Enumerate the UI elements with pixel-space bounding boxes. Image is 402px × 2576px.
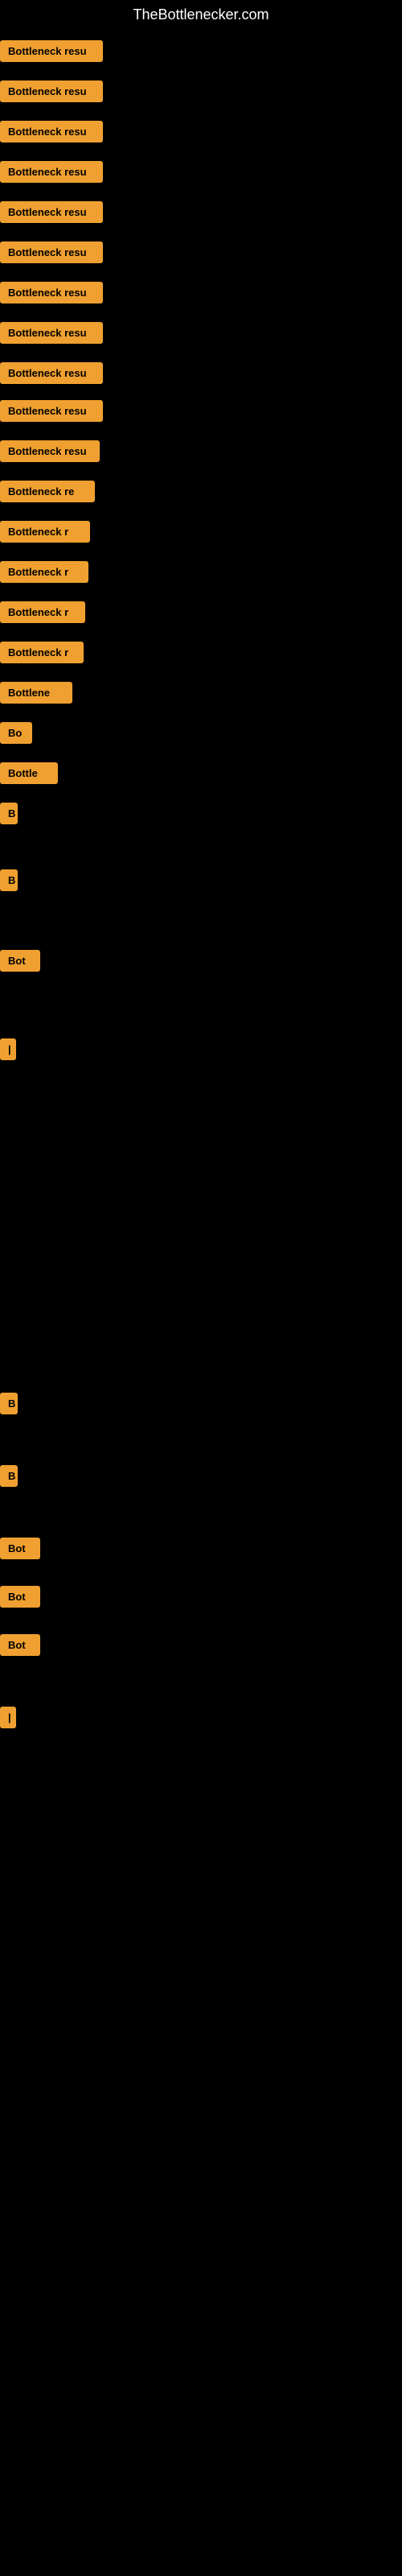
bottleneck-result-button-29[interactable]: | xyxy=(0,1707,16,1728)
bottleneck-result-button-21[interactable]: B xyxy=(0,869,18,891)
bottleneck-result-button-24[interactable]: B xyxy=(0,1393,18,1414)
bottleneck-result-button-9[interactable]: Bottleneck resu xyxy=(0,362,103,384)
bottleneck-result-button-8[interactable]: Bottleneck resu xyxy=(0,322,103,344)
bottleneck-result-button-10[interactable]: Bottleneck resu xyxy=(0,400,103,422)
bottleneck-result-button-18[interactable]: Bo xyxy=(0,722,32,744)
bottleneck-result-button-15[interactable]: Bottleneck r xyxy=(0,601,85,623)
bottleneck-result-button-16[interactable]: Bottleneck r xyxy=(0,642,84,663)
bottleneck-result-button-17[interactable]: Bottlene xyxy=(0,682,72,704)
bottleneck-result-button-20[interactable]: B xyxy=(0,803,18,824)
bottleneck-result-button-12[interactable]: Bottleneck re xyxy=(0,481,95,502)
bottleneck-result-button-2[interactable]: Bottleneck resu xyxy=(0,80,103,102)
bottleneck-result-button-7[interactable]: Bottleneck resu xyxy=(0,282,103,303)
bottleneck-result-button-11[interactable]: Bottleneck resu xyxy=(0,440,100,462)
bottleneck-result-button-22[interactable]: Bot xyxy=(0,950,40,972)
bottleneck-result-button-26[interactable]: Bot xyxy=(0,1538,40,1559)
bottleneck-result-button-14[interactable]: Bottleneck r xyxy=(0,561,88,583)
bottleneck-result-button-19[interactable]: Bottle xyxy=(0,762,58,784)
bottleneck-result-button-4[interactable]: Bottleneck resu xyxy=(0,161,103,183)
bottleneck-result-button-1[interactable]: Bottleneck resu xyxy=(0,40,103,62)
bottleneck-result-button-3[interactable]: Bottleneck resu xyxy=(0,121,103,142)
site-title: TheBottlenecker.com xyxy=(0,0,402,30)
bottleneck-result-button-5[interactable]: Bottleneck resu xyxy=(0,201,103,223)
bottleneck-result-button-28[interactable]: Bot xyxy=(0,1634,40,1656)
bottleneck-result-button-27[interactable]: Bot xyxy=(0,1586,40,1608)
bottleneck-result-button-13[interactable]: Bottleneck r xyxy=(0,521,90,543)
bottleneck-result-button-25[interactable]: B xyxy=(0,1465,18,1487)
bottleneck-result-button-23[interactable]: | xyxy=(0,1038,16,1060)
bottleneck-result-button-6[interactable]: Bottleneck resu xyxy=(0,242,103,263)
